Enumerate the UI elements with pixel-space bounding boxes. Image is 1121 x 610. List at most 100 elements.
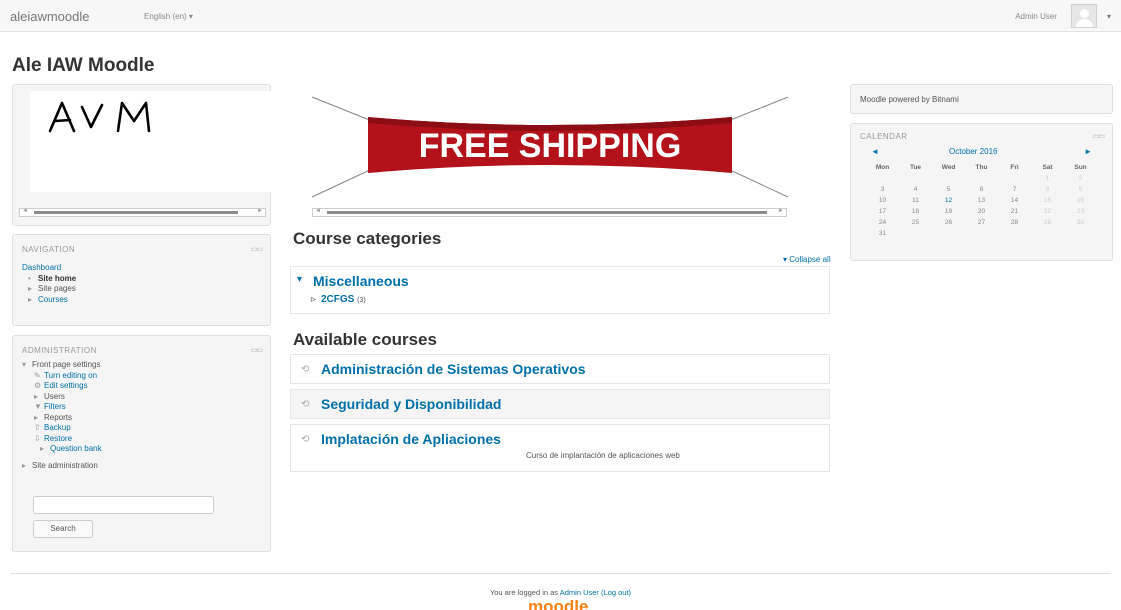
course-link-implatacion[interactable]: Implatación de Apliaciones	[321, 431, 501, 447]
calendar-month-link[interactable]: October 2016	[949, 147, 997, 156]
calendar-day[interactable]: 18	[899, 206, 932, 217]
calendar-day	[932, 173, 965, 184]
calendar-day[interactable]: 6	[965, 184, 998, 195]
course-link-aso[interactable]: Administración de Sistemas Operativos	[321, 361, 586, 377]
admin-edit-settings[interactable]: Edit settings	[44, 381, 88, 390]
calendar-day[interactable]: 14	[998, 195, 1031, 206]
calendar-day[interactable]: 13	[965, 195, 998, 206]
calendar-day[interactable]: 11	[899, 195, 932, 206]
moodle-logo[interactable]: moodle	[528, 598, 588, 610]
calendar-day	[899, 228, 932, 239]
calendar-day[interactable]: 5	[932, 184, 965, 195]
admin-reports[interactable]: Reports	[44, 413, 72, 422]
calendar-day[interactable]: 27	[965, 217, 998, 228]
nav-dashboard[interactable]: Dashboard	[22, 263, 61, 272]
calendar-day[interactable]: 19	[932, 206, 965, 217]
category-miscellaneous-link[interactable]: Miscellaneous	[313, 273, 409, 289]
calendar-day[interactable]: 12	[932, 195, 965, 206]
logo-block: ◄ ►	[12, 84, 273, 226]
calendar-day[interactable]: 23	[1064, 206, 1097, 217]
dock-icon[interactable]: ▭▭	[1093, 132, 1105, 140]
admin-filters[interactable]: Filters	[44, 402, 66, 411]
calendar-day[interactable]: 3	[866, 184, 899, 195]
site-brand-link[interactable]: aleiawmoodle	[10, 9, 90, 24]
admin-question-bank[interactable]: Question bank	[50, 444, 102, 453]
calendar-day[interactable]: 8	[1031, 184, 1064, 195]
dock-icon[interactable]: ▭▭	[251, 245, 263, 253]
banner-text: FREE SHIPPING	[419, 127, 682, 165]
calendar-day	[1031, 228, 1064, 239]
subcategory-count: (3)	[357, 297, 366, 304]
calendar-day	[932, 228, 965, 239]
calendar-day	[1064, 228, 1097, 239]
avatar[interactable]	[1071, 4, 1097, 28]
logo-scrollbar[interactable]: ◄ ►	[19, 208, 266, 217]
calendar-day[interactable]: 25	[899, 217, 932, 228]
calendar-day[interactable]: 31	[866, 228, 899, 239]
calendar-day[interactable]: 1	[1031, 173, 1064, 184]
nav-site-home[interactable]: Site home	[38, 274, 76, 283]
calendar-day[interactable]: 9	[1064, 184, 1097, 195]
calendar-day[interactable]: 30	[1064, 217, 1097, 228]
calendar-day[interactable]: 10	[866, 195, 899, 206]
chevron-down-icon[interactable]: ▾	[297, 274, 302, 285]
calendar-next-icon[interactable]: ►	[1084, 147, 1092, 156]
navigation-block: NAVIGATION ▭▭ Dashboard • Site home ▸ Site…	[12, 234, 271, 326]
nav-courses[interactable]: Courses	[38, 295, 68, 304]
bullet-icon: •	[28, 273, 31, 283]
admin-turn-editing-on[interactable]: Turn editing on	[44, 371, 97, 380]
admin-users[interactable]: Users	[44, 392, 65, 401]
admin-site-administration[interactable]: Site administration	[32, 461, 98, 470]
calendar-header: CALENDAR	[860, 132, 908, 141]
expand-arrow-icon[interactable]: ▸	[34, 392, 44, 403]
course-summary: Curso de implantación de aplicaciones we…	[526, 451, 680, 460]
footer-user-link[interactable]: Admin User	[560, 588, 599, 597]
course-categories-heading: Course categories	[293, 229, 442, 248]
calendar-day[interactable]: 22	[1031, 206, 1064, 217]
collapse-all-link[interactable]: ▾ Collapse all	[783, 255, 831, 264]
course-item: ⟲ Implatación de Apliaciones Curso de im…	[290, 424, 830, 472]
banner-scrollbar[interactable]: ◄ ►	[312, 208, 787, 217]
expand-arrow-icon[interactable]: ▸	[28, 284, 38, 295]
logout-link[interactable]: (Log out)	[601, 588, 631, 597]
calendar-day[interactable]: 4	[899, 184, 932, 195]
calendar-day[interactable]: 26	[932, 217, 965, 228]
calendar-day[interactable]: 21	[998, 206, 1031, 217]
expand-arrow-icon[interactable]: ▸	[40, 444, 50, 455]
expand-arrow-icon[interactable]: ▸	[22, 461, 32, 472]
expand-arrow-icon[interactable]: ▸	[34, 413, 44, 424]
expand-arrow-icon[interactable]: ▹	[311, 294, 321, 305]
calendar-day[interactable]: 16	[1064, 195, 1097, 206]
course-item: ⟲ Administración de Sistemas Operativos	[290, 354, 830, 384]
calendar-day[interactable]: 15	[1031, 195, 1064, 206]
admin-front-page-settings[interactable]: Front page settings	[32, 360, 100, 369]
administration-header: ADMINISTRATION	[22, 346, 97, 355]
dock-icon[interactable]: ▭▭	[251, 346, 263, 354]
course-link-seguridad[interactable]: Seguridad y Disponibilidad	[321, 396, 501, 412]
calendar-day[interactable]: 17	[866, 206, 899, 217]
backup-icon: ⇧	[34, 423, 41, 432]
calendar-day[interactable]: 29	[1031, 217, 1064, 228]
admin-backup[interactable]: Backup	[44, 423, 71, 432]
nav-site-pages[interactable]: Site pages	[38, 284, 76, 293]
admin-restore[interactable]: Restore	[44, 434, 72, 443]
calendar-day-header: Fri	[1010, 163, 1019, 171]
calendar-day[interactable]: 7	[998, 184, 1031, 195]
collapse-arrow-icon[interactable]: ▾	[22, 360, 32, 371]
calendar-day[interactable]: 20	[965, 206, 998, 217]
chevron-down-icon[interactable]: ▾	[1107, 12, 1111, 21]
available-courses-heading: Available courses	[293, 330, 437, 349]
calendar-day-header: Thu	[975, 163, 988, 171]
subcategory-2cfgs-link[interactable]: 2CFGS	[321, 294, 354, 305]
site-logo-image	[30, 91, 273, 192]
calendar-day[interactable]: 2	[1064, 173, 1097, 184]
calendar-day[interactable]: 28	[998, 217, 1031, 228]
expand-arrow-icon[interactable]: ▸	[28, 295, 38, 306]
language-menu[interactable]: English (en) ▾	[144, 12, 193, 21]
calendar-prev-icon[interactable]: ◄	[871, 147, 879, 156]
calendar-day	[899, 173, 932, 184]
admin-search-button[interactable]: Search	[33, 520, 93, 538]
calendar-day[interactable]: 24	[866, 217, 899, 228]
admin-search-input[interactable]	[33, 496, 214, 514]
user-menu-name[interactable]: Admin User	[1015, 12, 1057, 21]
